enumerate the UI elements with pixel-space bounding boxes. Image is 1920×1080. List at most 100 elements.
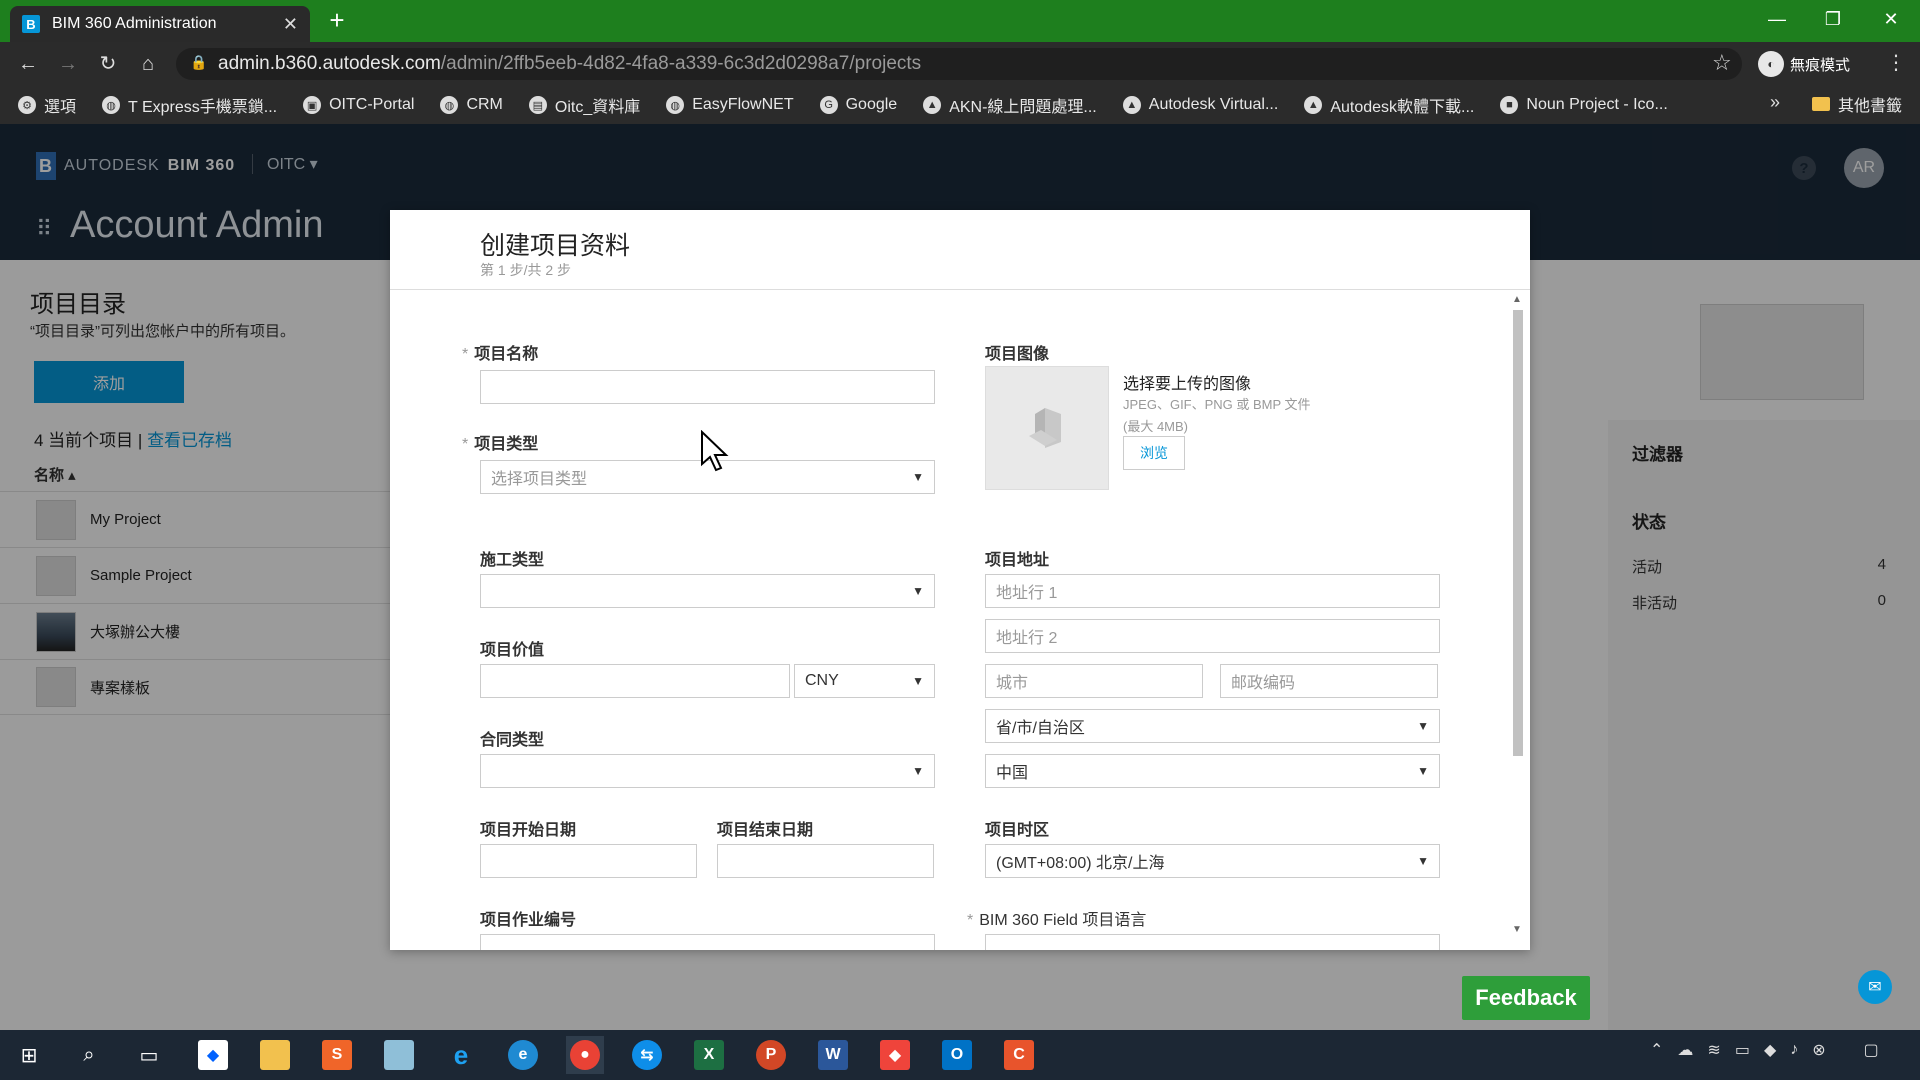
globe-icon: ◍ <box>666 96 685 114</box>
dropbox-icon[interactable]: ◆ <box>194 1036 232 1074</box>
internet-explorer-icon[interactable]: e <box>442 1036 480 1074</box>
province-select[interactable]: 省/市/自治区 ▼ <box>985 709 1440 743</box>
status-x-icon[interactable]: ⊗ <box>1812 1040 1825 1060</box>
bookmark-item[interactable]: ▲ Autodesk Virtual... <box>1122 96 1278 114</box>
bookmarks-bar: ⚙ 選項 ◍ T Express手機票鎖... ▣ OITC-Portal ◍ CRM … <box>0 86 1920 124</box>
autodesk-icon: ▲ <box>923 96 942 114</box>
close-tab-icon[interactable]: ✕ <box>283 14 298 35</box>
dialog-title: 创建项目资料 <box>480 232 631 260</box>
bookmark-label: AKN-線上問題處理... <box>949 99 1097 116</box>
camtasia-icon[interactable]: C <box>1000 1036 1038 1074</box>
project-value-input[interactable] <box>480 664 790 698</box>
volume-icon[interactable]: ♪ <box>1790 1041 1798 1059</box>
image-placeholder[interactable] <box>985 366 1109 490</box>
job-number-input[interactable] <box>480 934 935 950</box>
anydesk-icon[interactable]: ◆ <box>876 1036 914 1074</box>
windows-start-icon[interactable]: ⊞ <box>10 1036 48 1074</box>
home-icon[interactable]: ⌂ <box>134 50 162 78</box>
browser-tab[interactable]: B BIM 360 Administration ✕ <box>10 6 310 42</box>
wifi-icon[interactable]: ≋ <box>1707 1040 1720 1060</box>
start-date-input[interactable] <box>480 844 697 878</box>
other-bookmarks[interactable]: 其他書籤 <box>1812 92 1902 116</box>
zip-input[interactable]: 邮政编码 <box>1220 664 1438 698</box>
task-view-icon[interactable]: ▭ <box>130 1036 168 1074</box>
app-icon[interactable] <box>380 1036 418 1074</box>
contract-type-select[interactable]: ▼ <box>480 754 935 788</box>
bookmark-item[interactable]: ■ Noun Project - Ico... <box>1500 96 1668 114</box>
sublime-icon[interactable]: S <box>318 1036 356 1074</box>
url-host: admin.b360.autodesk.com <box>218 53 441 74</box>
bookmark-label: EasyFlowNET <box>692 96 794 113</box>
search-icon[interactable]: ⌕ <box>70 1036 108 1074</box>
chevron-up-icon[interactable]: ⌃ <box>1650 1040 1663 1060</box>
excel-icon[interactable]: X <box>690 1036 728 1074</box>
url-text[interactable]: admin.b360.autodesk.com/admin/2ffb5eeb-4… <box>218 53 921 75</box>
file-explorer-icon[interactable] <box>256 1036 294 1074</box>
project-type-label-text: 项目类型 <box>474 436 539 453</box>
bookmark-item[interactable]: ▲ AKN-線上問題處理... <box>923 93 1097 117</box>
battery-icon[interactable]: ▭ <box>1735 1040 1750 1060</box>
scroll-down-icon[interactable]: ▼ <box>1512 924 1522 935</box>
country-select[interactable]: 中国 ▼ <box>985 754 1440 788</box>
job-number-label: 项目作业编号 <box>480 912 577 929</box>
required-mark: * <box>967 912 974 929</box>
create-project-dialog: 创建项目资料 第 1 步/共 2 步 * 项目名称 * 项目类型 选择项目类型 ▼ 施… <box>390 210 1530 950</box>
bookmark-item[interactable]: ◍ EasyFlowNET <box>666 96 794 114</box>
construction-type-select[interactable]: ▼ <box>480 574 935 608</box>
address-line1-input[interactable]: 地址行 1 <box>985 574 1440 608</box>
image-size-hint: (最大 4MB) <box>1123 419 1189 434</box>
browse-button[interactable]: 浏览 <box>1123 436 1185 470</box>
scroll-up-icon[interactable]: ▲ <box>1512 294 1522 305</box>
bookmark-item[interactable]: ◍ T Express手機票鎖... <box>102 93 277 117</box>
incognito-indicator[interactable]: ◐ 無痕模式 <box>1758 48 1850 80</box>
edge-icon[interactable]: e <box>504 1036 542 1074</box>
address-line2-input[interactable]: 地址行 2 <box>985 619 1440 653</box>
project-name-input[interactable] <box>480 370 935 404</box>
mouse-cursor-icon <box>701 430 729 472</box>
restore-button[interactable]: ❐ <box>1810 4 1856 34</box>
province-value: 省/市/自治区 <box>996 720 1085 737</box>
bookmark-item[interactable]: ◍ CRM <box>440 96 503 114</box>
minimize-button[interactable]: — <box>1754 4 1800 34</box>
url-path: /admin/2ffb5eeb-4d82-4fa8-a339-6c3d2d029… <box>440 53 922 74</box>
globe-icon: ◍ <box>440 96 459 114</box>
word-icon[interactable]: W <box>814 1036 852 1074</box>
bookmark-star-icon[interactable]: ☆ <box>1712 50 1732 76</box>
onedrive-icon[interactable]: ☁ <box>1677 1040 1693 1060</box>
field-language-select[interactable] <box>985 934 1440 950</box>
back-icon[interactable]: ← <box>14 50 42 78</box>
new-tab-button[interactable]: + <box>322 6 352 36</box>
feedback-button[interactable]: Feedback <box>1462 976 1590 1020</box>
chevron-down-icon: ▼ <box>1417 854 1429 868</box>
browser-menu-icon[interactable]: ⋮ <box>1886 50 1906 75</box>
timezone-select[interactable]: (GMT+08:00) 北京/上海 ▼ <box>985 844 1440 878</box>
bookmark-item[interactable]: ▣ OITC-Portal <box>303 96 414 114</box>
outlook-icon[interactable]: O <box>938 1036 976 1074</box>
bookmark-item[interactable]: ▤ Oitc_資料庫 <box>528 93 640 117</box>
chevron-down-icon: ▼ <box>912 674 924 688</box>
bookmark-item[interactable]: ▲ Autodesk軟體下載... <box>1304 93 1474 117</box>
reload-icon[interactable]: ↻ <box>94 50 122 78</box>
bookmark-label: T Express手機票鎖... <box>128 99 278 116</box>
project-name-label-text: 项目名称 <box>474 346 539 363</box>
dropbox-tray-icon[interactable]: ◆ <box>1764 1040 1776 1060</box>
project-type-label: * 项目类型 <box>462 430 538 454</box>
chevron-down-icon: ▼ <box>912 584 924 598</box>
bookmark-item[interactable]: ⚙ 選項 <box>18 93 76 117</box>
city-input[interactable]: 城市 <box>985 664 1203 698</box>
lock-icon[interactable]: 🔒 <box>190 54 207 71</box>
forward-icon[interactable]: → <box>54 50 82 78</box>
scrollbar-thumb[interactable] <box>1513 310 1523 756</box>
chat-icon[interactable]: ✉ <box>1858 970 1892 1004</box>
notifications-icon[interactable]: ▢ <box>1864 1040 1879 1060</box>
currency-select[interactable]: CNY ▼ <box>794 664 935 698</box>
end-date-input[interactable] <box>717 844 934 878</box>
close-window-button[interactable]: ✕ <box>1868 4 1914 34</box>
bookmark-item[interactable]: G Google <box>819 96 897 114</box>
teamviewer-icon[interactable]: ⇆ <box>628 1036 666 1074</box>
powerpoint-icon[interactable]: P <box>752 1036 790 1074</box>
project-value-label: 项目价值 <box>480 642 545 659</box>
bookmarks-overflow-icon[interactable]: » <box>1770 92 1780 113</box>
chrome-icon[interactable]: ● <box>566 1036 604 1074</box>
construction-type-label: 施工类型 <box>480 552 545 569</box>
